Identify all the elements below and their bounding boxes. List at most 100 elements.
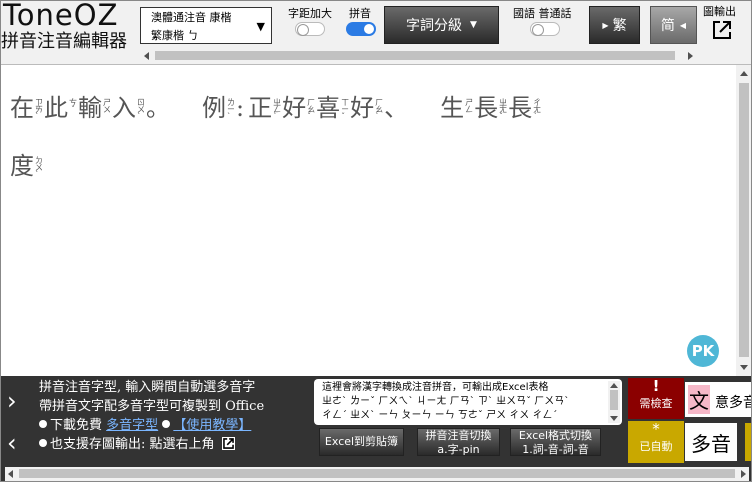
editor-character[interactable]: 生ㄕㄥ — [440, 93, 473, 123]
export-image-label: 圖輸出 — [703, 5, 736, 18]
zhuyin-annotation: ㄏㄠˋ — [375, 99, 383, 121]
editor-character[interactable]: 在ㄗㄞˋ — [10, 93, 43, 123]
editor-character[interactable]: 好ㄏㄠˇ — [282, 93, 315, 123]
editor-character[interactable]: 度ㄉㄨˋ — [10, 151, 43, 181]
pinyin-toggle[interactable] — [346, 22, 376, 36]
zhuyin-annotation: ㄉㄨˋ — [35, 157, 43, 179]
scrollbar-thumb[interactable] — [155, 51, 675, 60]
zhuyin-symbol: ㄥ — [465, 105, 474, 114]
editor-line: 度ㄉㄨˋ — [10, 151, 44, 181]
app-window: ToneOZ 拼音注音編輯器 澳體通注音 康楷 繁康楷 ㄅ ▼ 字距加大 拼音 … — [0, 0, 752, 482]
editor-character[interactable]: 長ㄔㄤˊ — [508, 93, 541, 123]
zhuyin-annotation: ㄘˇ — [69, 99, 77, 114]
zhuyin-annotation: ㄔㄤˊ — [533, 99, 541, 121]
editor-character[interactable]: 好ㄏㄠˋ — [350, 93, 383, 123]
scroll-right-icon — [688, 52, 693, 60]
check-needed-label: 需檢查 — [639, 397, 673, 410]
simplified-button[interactable]: 简 ◀ — [650, 6, 697, 44]
hanzi: 長 — [474, 94, 499, 122]
editor-scrollbar[interactable] — [736, 65, 751, 376]
auto-selected-badge: * 已自動 — [628, 421, 684, 463]
auto-selected-label: 已自動 — [639, 440, 673, 453]
conversion-note[interactable]: 這裡會將漢字轉換成注音拼音，可輸出成Excel表格 ㄓㄜˋ ㄌㄧˇ ㄏㄨㄟˋ ㄐ… — [314, 379, 622, 425]
hanzi: 長 — [508, 94, 533, 122]
pinyin-switch-button[interactable]: 拼音注音切換 a.字-pin — [417, 428, 500, 456]
auto-sample-edge — [745, 423, 751, 461]
check-needed-badge: ! 需檢查 — [628, 378, 684, 419]
hanzi: 好 — [350, 94, 375, 122]
pk-badge-icon[interactable]: PK — [687, 335, 719, 367]
spacing-toggle[interactable] — [295, 22, 325, 36]
editor-character[interactable]: 長ㄓㄤˇ — [474, 93, 507, 123]
info-line-1: 拼音注音字型, 輸入瞬間自動選多音字 — [39, 380, 256, 395]
check-sample-char: 文 — [688, 385, 710, 414]
editor-character[interactable]: 例ㄌㄧˋ — [202, 93, 235, 123]
zhuyin-annotation: ㄌㄧˋ — [227, 99, 235, 121]
excel-format-line1: Excel格式切換 — [518, 429, 593, 442]
hanzi: 在 — [10, 94, 34, 122]
zhuyin-symbol: ㄨˋ — [137, 105, 145, 121]
zhuyin-annotation: ㄒㄧˇ — [341, 99, 350, 121]
toggle-knob — [363, 23, 375, 35]
language-toggle[interactable] — [530, 22, 560, 36]
info-panel: 拼音注音字型, 輸入瞬間自動選多音字 帶拼音文字配多音字型可複製到 Office… — [39, 378, 309, 454]
next-arrow-icon[interactable]: › — [7, 389, 17, 413]
zhuyin-symbol: ㄞˋ — [35, 105, 43, 121]
excel-format-line2: 1.詞-音-詞-音 — [522, 443, 589, 456]
zhuyin-symbol: ㄤˇ — [499, 105, 508, 121]
zhuyin-symbol: ㄧˇ — [341, 105, 350, 121]
text-editor[interactable]: 在ㄗㄞˋ 此ㄘ ˇ 輸ㄕㄨ入ㄖㄨˋ。例ㄌㄧˋ: 正ㄓㄥˋ 好ㄏㄠˇ 喜ㄒㄧˇ 好ㄏㄠˋ、生ㄕㄥ… — [1, 65, 736, 376]
excel-clipboard-button[interactable]: Excel到剪貼簿 — [319, 428, 404, 456]
toggle-knob — [532, 24, 544, 36]
editor-character[interactable]: 入ㄖㄨˋ — [112, 93, 145, 123]
scroll-left-icon — [8, 470, 13, 478]
scrollbar-thumb[interactable] — [610, 390, 618, 410]
scrollbar-thumb[interactable] — [19, 469, 735, 478]
bottom-scrollbar[interactable] — [5, 467, 749, 481]
zhuyin-annotation: ㄕㄥ — [465, 99, 474, 114]
hanzi: 此 — [44, 94, 68, 122]
zhuyin-annotation: ㄓㄤˇ — [499, 99, 508, 121]
external-link-icon[interactable] — [221, 437, 235, 450]
editor-character[interactable]: 正ㄓㄥˋ — [248, 93, 281, 123]
auto-sample-text: 多音 — [691, 432, 731, 456]
editor-punctuation: 、 — [384, 94, 409, 122]
zhuyin-symbol: ˇ — [71, 105, 75, 114]
auto-sample: 多音 — [685, 423, 737, 461]
caret-down-icon: ▼ — [470, 20, 477, 30]
font-select[interactable]: 澳體通注音 康楷 繁康楷 ㄅ ▼ — [140, 7, 272, 44]
info-line-3: 下載免費 多音字型 【使用教學】 — [39, 416, 309, 435]
info-line-2: 帶拼音文字配多音字型可複製到 Office — [39, 399, 265, 414]
pinyin-label: 拼音 — [349, 7, 371, 20]
traditional-button[interactable]: ▶ 繁 — [589, 6, 640, 44]
zhuyin-symbol: ㄧˋ — [227, 105, 235, 121]
tutorial-link[interactable]: 【使用教學】 — [173, 418, 251, 433]
editor-character[interactable]: 此ㄘˇ — [44, 93, 77, 123]
export-image-button[interactable]: 圖輸出 — [703, 3, 749, 43]
scroll-left-icon — [144, 52, 149, 60]
editor-character[interactable]: 輸ㄕㄨ — [78, 93, 111, 123]
prev-arrow-icon[interactable]: ‹ — [7, 431, 17, 455]
scroll-down-icon — [740, 365, 748, 370]
asterisk-icon: * — [652, 420, 660, 438]
download-prefix: 下載免費 — [50, 418, 103, 433]
pinyin-switch-line1: 拼音注音切換 — [425, 429, 492, 442]
spacing-label: 字距加大 — [288, 7, 332, 20]
download-font-link[interactable]: 多音字型 — [106, 418, 158, 433]
hanzi: 入 — [112, 94, 136, 122]
segment-level-button[interactable]: 字詞分級 ▼ — [384, 6, 499, 44]
zhuyin-annotation: ㄓㄥˋ — [273, 99, 281, 121]
zhuyin-annotation: ㄗㄞˋ — [35, 99, 43, 121]
toolbar-scrollbar[interactable] — [141, 49, 696, 62]
toggle-knob — [297, 24, 309, 36]
excel-format-button[interactable]: Excel格式切換 1.詞-音-詞-音 — [510, 428, 601, 456]
bullet-icon — [39, 439, 47, 447]
hanzi: 生 — [440, 94, 465, 122]
note-scrollbar[interactable] — [608, 381, 620, 423]
app-subtitle: 拼音注音編輯器 — [1, 31, 127, 52]
scrollbar-thumb[interactable] — [739, 83, 749, 357]
exclamation-icon: ! — [652, 377, 660, 395]
editor-character[interactable]: 喜ㄒㄧˇ — [316, 93, 349, 123]
image-export-text: 也支援存圖輸出: 點選右上角 — [50, 437, 215, 452]
note-line-1: 這裡會將漢字轉換成注音拼音，可輸出成Excel表格 — [322, 382, 549, 393]
